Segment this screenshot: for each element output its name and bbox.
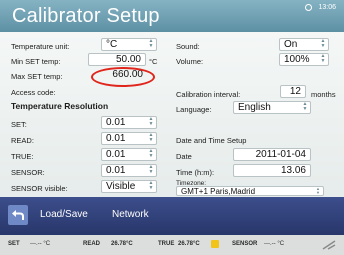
page-title: Calibrator Setup	[12, 5, 160, 27]
spinner-arrows-icon[interactable]: ▲ ▼	[318, 39, 328, 50]
settings-panel: Temperature unit: °C ▲ ▼ Min SET temp: 50…	[0, 32, 344, 197]
resolution-set-field[interactable]: 0.01 ▲ ▼	[101, 116, 157, 129]
calibrator-screen: Calibrator Setup 13:06 Temperature unit:…	[0, 0, 344, 255]
volume-select[interactable]: 100% ▲ ▼	[279, 53, 329, 66]
resolution-read-value: 0.01	[106, 133, 126, 144]
temp-unit-select[interactable]: °C ▲ ▼	[101, 38, 157, 51]
clock-icon	[305, 4, 312, 11]
sound-select[interactable]: On ▲ ▼	[279, 38, 329, 51]
date-value: 2011-01-04	[255, 149, 306, 160]
bottom-nav: Load/Save Network	[0, 197, 344, 235]
sensor-visible-select[interactable]: Visible ▲ ▼	[101, 180, 157, 193]
sound-value: On	[284, 39, 298, 50]
warning-icon	[211, 240, 219, 248]
date-field[interactable]: 2011-01-04	[233, 148, 311, 161]
resolution-sensor-value: 0.01	[106, 165, 126, 176]
temp-unit-value: °C	[106, 39, 118, 50]
volume-value: 100%	[284, 54, 310, 65]
clock-time: 13:06	[318, 4, 336, 11]
resolution-read-field[interactable]: 0.01 ▲ ▼	[101, 132, 157, 145]
back-arrow-icon	[12, 210, 24, 220]
min-set-unit: °C	[149, 57, 158, 66]
calibration-interval-label: Calibration interval:	[176, 90, 241, 99]
title-bar: Calibrator Setup 13:06	[0, 0, 344, 32]
status-set-value: ---.-- °C	[30, 241, 51, 247]
resolution-set-value: 0.01	[106, 117, 126, 128]
load-save-button[interactable]: Load/Save	[40, 209, 88, 220]
back-button[interactable]	[8, 205, 28, 225]
calibration-interval-unit: months	[311, 90, 336, 99]
status-read-value: 26.78°C	[111, 241, 133, 247]
resolution-sensor-label: SENSOR:	[11, 168, 45, 177]
status-set-label: SET	[8, 241, 20, 247]
timezone-value: GMT+1 Paris,Madrid	[181, 187, 256, 196]
status-bar: SET ---.-- °C READ 26.78°C TRUE 26.78°C …	[0, 235, 344, 255]
spinner-arrows-icon[interactable]: ▲ ▼	[146, 165, 156, 176]
resolution-sensor-field[interactable]: 0.01 ▲ ▼	[101, 164, 157, 177]
temp-unit-label: Temperature unit:	[11, 42, 70, 51]
min-set-value: 50.00	[115, 54, 141, 65]
status-true-label: TRUE	[158, 241, 175, 247]
resolution-read-label: READ:	[11, 136, 34, 145]
network-button[interactable]: Network	[112, 209, 149, 220]
spinner-arrows-icon[interactable]: ▲ ▼	[146, 133, 156, 144]
min-set-field[interactable]: 50.00	[88, 53, 146, 66]
spinner-arrows-icon[interactable]: ▲ ▼	[146, 181, 156, 192]
spinner-arrows-icon[interactable]: ▲ ▼	[300, 102, 310, 113]
sensor-visible-value: Visible	[106, 181, 136, 192]
sensor-visible-label: SENSOR visible:	[11, 184, 68, 193]
language-label: Language:	[176, 105, 212, 114]
calibration-interval-field[interactable]: 12	[280, 85, 306, 98]
resolution-set-label: SET:	[11, 120, 27, 129]
date-label: Date	[176, 152, 192, 161]
signal-icon	[322, 240, 336, 250]
highlight-ring	[91, 67, 155, 87]
min-set-label: Min SET temp:	[11, 57, 61, 66]
spinner-arrows-icon[interactable]: ▲ ▼	[146, 39, 156, 50]
resolution-true-value: 0.01	[106, 149, 126, 160]
status-true-value: 26.78°C	[178, 241, 200, 247]
spinner-arrows-icon[interactable]: ▲ ▼	[313, 187, 323, 196]
calibration-interval-value: 12	[289, 86, 301, 97]
time-label: Time (h:m):	[176, 168, 215, 177]
resolution-true-label: TRUE:	[11, 152, 34, 161]
status-sensor-label: SENSOR	[232, 241, 258, 247]
spinner-arrows-icon[interactable]: ▲ ▼	[318, 54, 328, 65]
access-code-label: Access code:	[11, 88, 56, 97]
time-field[interactable]: 13.06	[233, 164, 311, 177]
temperature-resolution-heading: Temperature Resolution	[11, 101, 109, 111]
spinner-arrows-icon[interactable]: ▲ ▼	[146, 117, 156, 128]
max-set-label: Max SET temp:	[11, 72, 63, 81]
status-read-label: READ	[83, 241, 101, 247]
timezone-select[interactable]: GMT+1 Paris,Madrid ▲ ▼	[176, 186, 324, 196]
language-value: English	[238, 102, 271, 113]
spinner-arrows-icon[interactable]: ▲ ▼	[146, 149, 156, 160]
volume-label: Volume:	[176, 57, 204, 66]
status-sensor-value: ---.-- °C	[264, 241, 285, 247]
resolution-true-field[interactable]: 0.01 ▲ ▼	[101, 148, 157, 161]
date-time-heading: Date and Time Setup	[176, 136, 247, 145]
language-select[interactable]: English ▲ ▼	[233, 101, 311, 114]
time-value: 13.06	[280, 165, 306, 176]
sound-label: Sound:	[176, 42, 200, 51]
